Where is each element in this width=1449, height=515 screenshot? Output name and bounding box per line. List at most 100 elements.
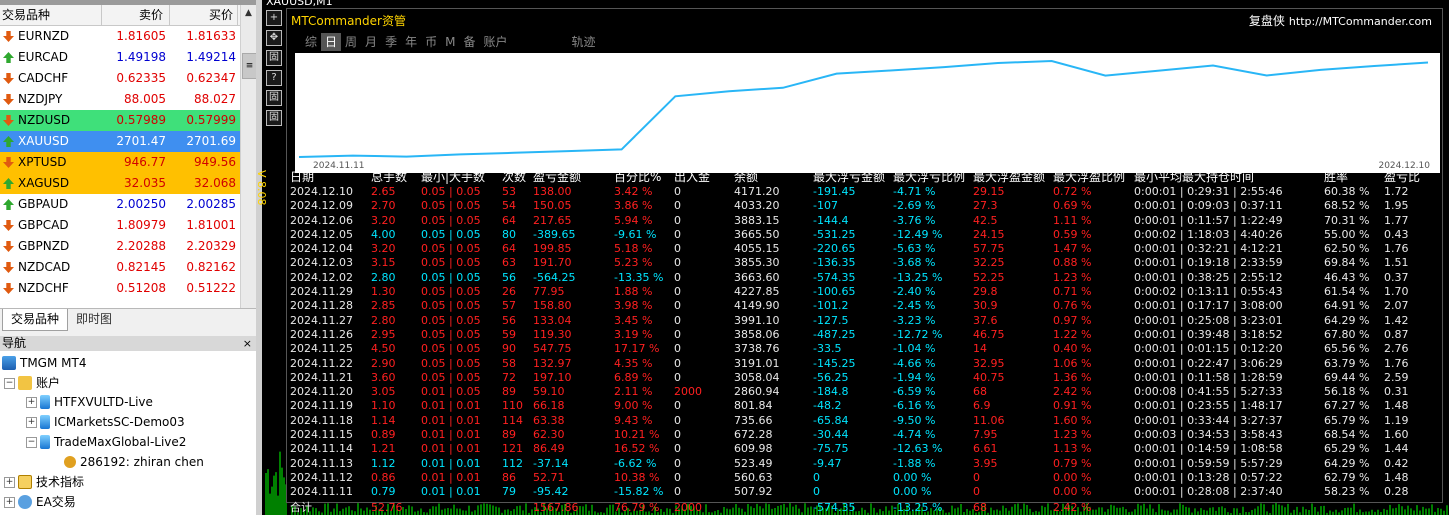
table-cell: -2.40 % xyxy=(893,285,936,299)
table-row[interactable]: 2024.12.06 3.20 0.05 | 0.05 64 217.65 5.94 % 0… xyxy=(290,214,1440,228)
table-row[interactable]: 2024.11.25 4.50 0.05 | 0.05 90 547.75 17.17 %… xyxy=(290,342,1440,356)
market-watch-row[interactable]: GBPCAD 1.80979 1.81001 xyxy=(0,215,256,236)
scroll-thumb[interactable]: ≡ xyxy=(242,53,256,79)
tab-period[interactable]: 备 xyxy=(459,33,479,51)
nav-account-2[interactable]: + ICMarketsSC-Demo03 xyxy=(26,412,185,432)
tab-tick-chart[interactable]: 即时图 xyxy=(68,309,120,330)
market-watch-row[interactable]: NZDJPY 88.005 88.027 xyxy=(0,89,256,110)
table-row[interactable]: 2024.11.21 3.60 0.05 | 0.05 72 197.10 6.89 % 0… xyxy=(290,371,1440,385)
market-watch-row[interactable]: EURCAD 1.49198 1.49214 xyxy=(0,47,256,68)
tab-period[interactable]: 币 xyxy=(421,33,441,51)
expand-icon[interactable]: + xyxy=(26,396,37,408)
tab-period[interactable]: 日 xyxy=(321,33,342,51)
scroll-up-icon[interactable]: ▲ xyxy=(241,5,256,21)
column-header[interactable]: 总手数 xyxy=(371,169,421,185)
market-watch-row[interactable]: NZDUSD 0.57989 0.57999 xyxy=(0,110,256,131)
column-header[interactable]: 余额 xyxy=(734,169,813,185)
tab-period[interactable]: 账户 xyxy=(479,33,511,51)
help-icon[interactable]: ? xyxy=(266,70,282,86)
tab-period[interactable]: M xyxy=(441,33,459,51)
close-icon[interactable]: × xyxy=(243,336,252,351)
brand-url[interactable]: http://MTCommander.com xyxy=(1289,15,1432,28)
table-row[interactable]: 2024.11.29 1.30 0.05 | 0.05 26 77.95 1.88 % 0 4… xyxy=(290,285,1440,299)
column-header[interactable]: 次数 xyxy=(502,169,533,185)
table-row[interactable]: 2024.12.02 2.80 0.05 | 0.05 56 -564.25 -13.35… xyxy=(290,271,1440,285)
move-icon[interactable]: ✥ xyxy=(266,30,282,46)
col-symbol[interactable]: 交易品种 xyxy=(0,5,102,25)
table-cell: 0 xyxy=(674,470,681,484)
nav-experts[interactable]: + EA交易 xyxy=(4,492,76,512)
expand-icon[interactable]: + xyxy=(4,476,15,488)
panel-brand[interactable]: 复盘侠 http://MTCommander.com xyxy=(1249,12,1432,29)
table-row[interactable]: 2024.11.20 3.05 0.01 | 0.05 89 59.10 2.11 % 20… xyxy=(290,385,1440,399)
market-watch-row[interactable]: NZDCAD 0.82145 0.82162 xyxy=(0,257,256,278)
expand-icon[interactable]: + xyxy=(4,496,15,508)
table-row[interactable]: 2024.11.28 2.85 0.05 | 0.05 57 158.80 3.98 % 0… xyxy=(290,299,1440,313)
market-watch-scrollbar[interactable]: ▲ ≡ xyxy=(240,5,256,310)
column-header[interactable]: 盈亏金额 xyxy=(533,169,614,185)
table-row[interactable]: 2024.12.05 4.00 0.05 | 0.05 80 -389.65 -9.61 … xyxy=(290,228,1440,242)
tab-symbols[interactable]: 交易品种 xyxy=(2,309,69,331)
nav-terminal[interactable]: TMGM MT4 xyxy=(2,353,86,373)
column-header[interactable]: 最小平均最大持仓时间 xyxy=(1134,169,1324,185)
col-ask[interactable]: 买价 xyxy=(170,5,238,25)
table-cell: -48.2 xyxy=(813,399,842,413)
table-row[interactable]: 2024.12.04 3.20 0.05 | 0.05 64 199.85 5.18 % 0… xyxy=(290,242,1440,256)
crosshair-plus-icon[interactable]: + xyxy=(266,10,282,26)
table-row[interactable]: 2024.11.19 1.10 0.01 | 0.01 110 66.18 9.00 % 0… xyxy=(290,399,1440,413)
column-header[interactable]: 最大浮亏比例 xyxy=(893,169,973,185)
collapse-icon[interactable]: − xyxy=(4,377,15,389)
column-header[interactable]: 百分比% xyxy=(614,169,674,185)
table-row[interactable]: 2024.11.13 1.12 0.01 | 0.01 112 -37.14 -6.62 … xyxy=(290,457,1440,471)
tab-period[interactable]: 周 xyxy=(341,33,361,51)
column-header[interactable]: 胜率 xyxy=(1324,169,1384,185)
template-icon[interactable]: 固 xyxy=(266,110,282,126)
column-header[interactable]: 最大浮盈金额 xyxy=(973,169,1053,185)
folder-icon xyxy=(18,376,32,390)
market-watch-row[interactable]: EURNZD 1.81605 1.81633 xyxy=(0,26,256,47)
column-header[interactable]: 日期 xyxy=(290,169,371,185)
column-header[interactable]: 最大浮亏金额 xyxy=(813,169,893,185)
tab-period[interactable]: 年 xyxy=(401,33,421,51)
template-icon[interactable]: 固 xyxy=(266,90,282,106)
collapse-icon[interactable]: − xyxy=(26,436,37,448)
column-header[interactable]: 最小|大手数 xyxy=(421,169,502,185)
market-watch-row[interactable]: GBPAUD 2.00250 2.00285 xyxy=(0,194,256,215)
tab-period[interactable]: 季 xyxy=(381,33,401,51)
nav-accounts[interactable]: − 账户 xyxy=(4,373,60,393)
table-row[interactable]: 2024.12.03 3.15 0.05 | 0.05 63 191.70 5.23 % 0… xyxy=(290,256,1440,270)
nav-user-account[interactable]: 286192: zhiran chen xyxy=(64,452,204,472)
table-row[interactable]: 2024.11.27 2.80 0.05 | 0.05 56 133.04 3.45 % 0… xyxy=(290,314,1440,328)
nav-account-3[interactable]: − TradeMaxGlobal-Live2 xyxy=(26,432,186,452)
market-watch-row[interactable]: XPTUSD 946.77 949.56 xyxy=(0,152,256,173)
table-cell: 735.66 xyxy=(734,413,773,427)
nav-indicators[interactable]: + 技术指标 xyxy=(4,472,84,492)
market-watch-row[interactable]: XAUUSD 2701.47 2701.69 xyxy=(0,131,256,152)
table-row[interactable]: 2024.11.12 0.86 0.01 | 0.01 86 52.71 10.38 % 0… xyxy=(290,471,1440,485)
template-icon[interactable]: 固 xyxy=(266,50,282,66)
market-watch-row[interactable]: XAGUSD 32.035 32.068 xyxy=(0,173,256,194)
table-cell: 2024.11.22 xyxy=(290,356,353,370)
table-row[interactable]: 2024.12.09 2.70 0.05 | 0.05 54 150.05 3.86 % 0… xyxy=(290,199,1440,213)
table-row[interactable]: 2024.11.26 2.95 0.05 | 0.05 59 119.30 3.19 % 0… xyxy=(290,328,1440,342)
table-row[interactable]: 2024.11.11 0.79 0.01 | 0.01 79 -95.42 -15.82 … xyxy=(290,485,1440,499)
market-watch-row[interactable]: GBPNZD 2.20288 2.20329 xyxy=(0,236,256,257)
table-row[interactable]: 2024.11.18 1.14 0.01 | 0.01 114 63.38 9.43 % 0… xyxy=(290,414,1440,428)
tab-period[interactable]: 轨迹 xyxy=(568,33,600,51)
table-row[interactable]: 2024.12.10 2.65 0.05 | 0.05 53 138.00 3.42 % 0… xyxy=(290,185,1440,199)
col-bid[interactable]: 卖价 xyxy=(102,5,170,25)
nav-account-1[interactable]: + HTFXVULTD-Live xyxy=(26,392,153,412)
column-header[interactable]: 最大浮盈比例 xyxy=(1053,169,1134,185)
tab-period[interactable]: 综 xyxy=(301,33,321,51)
tab-period[interactable]: 月 xyxy=(361,33,381,51)
market-watch-row[interactable]: NZDCHF 0.51208 0.51222 xyxy=(0,278,256,299)
table-row[interactable]: 2024.11.22 2.90 0.05 | 0.05 58 132.97 4.35 % 0… xyxy=(290,357,1440,371)
column-header[interactable]: 盈亏比 xyxy=(1384,169,1424,185)
table-row[interactable]: 2024.11.15 0.89 0.01 | 0.01 89 62.30 10.21 % 0… xyxy=(290,428,1440,442)
column-header[interactable]: 出入金 xyxy=(674,169,734,185)
market-watch-row[interactable]: CADCHF 0.62335 0.62347 xyxy=(0,68,256,89)
ask-price: 1.81001 xyxy=(186,218,236,232)
expand-icon[interactable]: + xyxy=(26,416,37,428)
table-cell: -1.04 % xyxy=(893,342,936,356)
table-row[interactable]: 2024.11.14 1.21 0.01 | 0.01 121 86.49 16.52 %… xyxy=(290,442,1440,456)
